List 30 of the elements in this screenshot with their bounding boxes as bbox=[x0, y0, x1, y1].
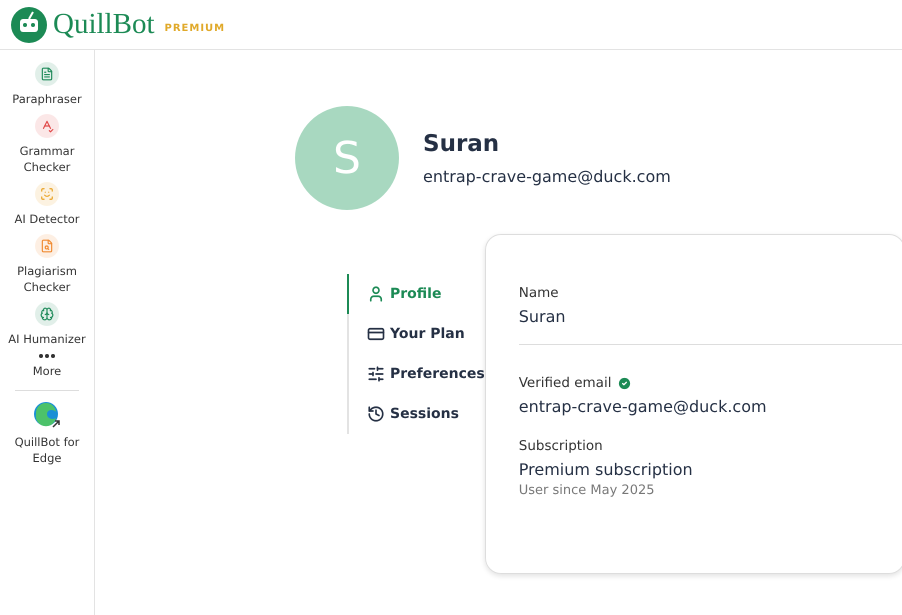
user-email: entrap-crave-game@duck.com bbox=[423, 166, 671, 186]
field-label: Verified email bbox=[518, 375, 612, 391]
sidebar-item[interactable]: AI Detector bbox=[7, 182, 87, 227]
field-value: Suran bbox=[518, 307, 567, 326]
avatar: S bbox=[295, 106, 399, 210]
sidebar-item[interactable]: Plagiarism Checker bbox=[7, 234, 87, 295]
browser-logo-icon bbox=[33, 401, 61, 429]
plan-label: PREMIUM bbox=[164, 23, 226, 34]
brand-name: QuillBot bbox=[53, 8, 155, 41]
field-label: Subscription bbox=[518, 438, 603, 454]
field-value: entrap-crave-game@duck.com bbox=[518, 397, 768, 416]
settings-tab[interactable]: Profile bbox=[347, 274, 485, 314]
robot-logo-icon bbox=[11, 6, 47, 42]
history-icon bbox=[367, 405, 385, 423]
user-name: Suran bbox=[423, 130, 500, 156]
settings-tab[interactable]: Preferences bbox=[347, 354, 485, 394]
field-value: Premium subscription bbox=[518, 460, 694, 479]
sliders-icon bbox=[367, 365, 385, 383]
field-note: User since May 2025 bbox=[518, 483, 656, 498]
sidebar-item[interactable]: More bbox=[7, 354, 87, 379]
extension-link[interactable]: QuillBot for Edge bbox=[7, 401, 87, 466]
card-icon bbox=[367, 325, 385, 343]
sidebar-item[interactable]: Paraphraser bbox=[7, 62, 87, 107]
sidebar-item[interactable]: Grammar Checker bbox=[7, 114, 87, 175]
sidebar-item[interactable]: AI Humanizer bbox=[7, 302, 87, 347]
field-label: Name bbox=[518, 285, 559, 301]
settings-tab[interactable]: Your Plan bbox=[347, 314, 485, 354]
more-icon bbox=[39, 354, 55, 358]
settings-tab[interactable]: Sessions bbox=[347, 394, 485, 434]
person-icon bbox=[367, 285, 385, 303]
